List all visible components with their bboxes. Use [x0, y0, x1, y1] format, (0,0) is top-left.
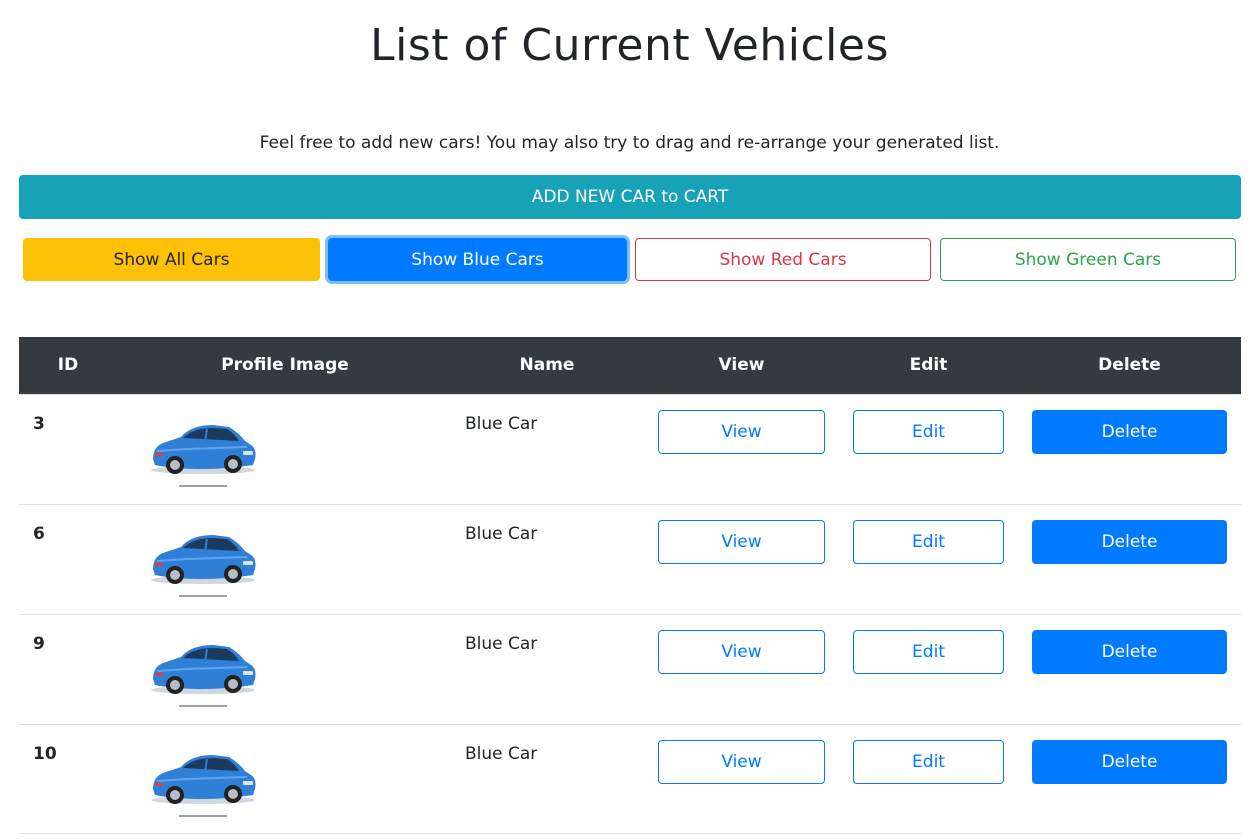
vehicles-table: ID Profile Image Name View Edit Delete 3… — [19, 337, 1241, 834]
row-name: Blue Car — [465, 414, 538, 434]
table-row[interactable]: 6 Blue Car View Edit Delete — [19, 504, 1241, 614]
header-view: View — [718, 355, 765, 375]
table-row[interactable]: 3 Blue Car View Edit Delete — [19, 394, 1241, 504]
show-all-cars-button[interactable]: Show All Cars — [23, 238, 320, 281]
row-name: Blue Car — [465, 634, 538, 654]
table-row[interactable]: 10 Blue Car View Edit Delete — [19, 724, 1241, 834]
blue-car-image — [147, 415, 259, 493]
header-delete: Delete — [1098, 355, 1161, 375]
header-edit: Edit — [909, 355, 948, 375]
table-row[interactable]: 9 Blue Car View Edit Delete — [19, 614, 1241, 724]
table-header: ID Profile Image Name View Edit Delete — [19, 337, 1241, 394]
table-body: 3 Blue Car View Edit Delete 6 Blue Car V… — [19, 394, 1241, 834]
row-id: 10 — [33, 744, 57, 764]
header-id: ID — [57, 355, 79, 375]
edit-button[interactable]: Edit — [853, 520, 1004, 564]
edit-button[interactable]: Edit — [853, 410, 1004, 454]
blue-car-image — [147, 525, 259, 603]
view-button[interactable]: View — [658, 630, 825, 674]
delete-button[interactable]: Delete — [1032, 520, 1227, 564]
show-green-cars-button[interactable]: Show Green Cars — [940, 238, 1236, 281]
view-button[interactable]: View — [658, 740, 825, 784]
add-new-car-button[interactable]: ADD NEW CAR to CART — [19, 175, 1241, 219]
row-name: Blue Car — [465, 744, 538, 764]
delete-button[interactable]: Delete — [1032, 740, 1227, 784]
view-button[interactable]: View — [658, 520, 825, 564]
page-subtitle: Feel free to add new cars! You may also … — [259, 133, 1000, 153]
show-blue-cars-button[interactable]: Show Blue Cars — [328, 238, 627, 281]
row-id: 6 — [33, 524, 45, 544]
page-title: List of Current Vehicles — [370, 20, 889, 71]
show-red-cars-button[interactable]: Show Red Cars — [635, 238, 931, 281]
row-id: 9 — [33, 634, 45, 654]
edit-button[interactable]: Edit — [853, 630, 1004, 674]
blue-car-image — [147, 745, 259, 823]
blue-car-image — [147, 635, 259, 713]
delete-button[interactable]: Delete — [1032, 630, 1227, 674]
row-id: 3 — [33, 414, 45, 434]
view-button[interactable]: View — [658, 410, 825, 454]
header-profile-image: Profile Image — [221, 355, 349, 375]
row-name: Blue Car — [465, 524, 538, 544]
delete-button[interactable]: Delete — [1032, 410, 1227, 454]
edit-button[interactable]: Edit — [853, 740, 1004, 784]
header-name: Name — [519, 355, 575, 375]
